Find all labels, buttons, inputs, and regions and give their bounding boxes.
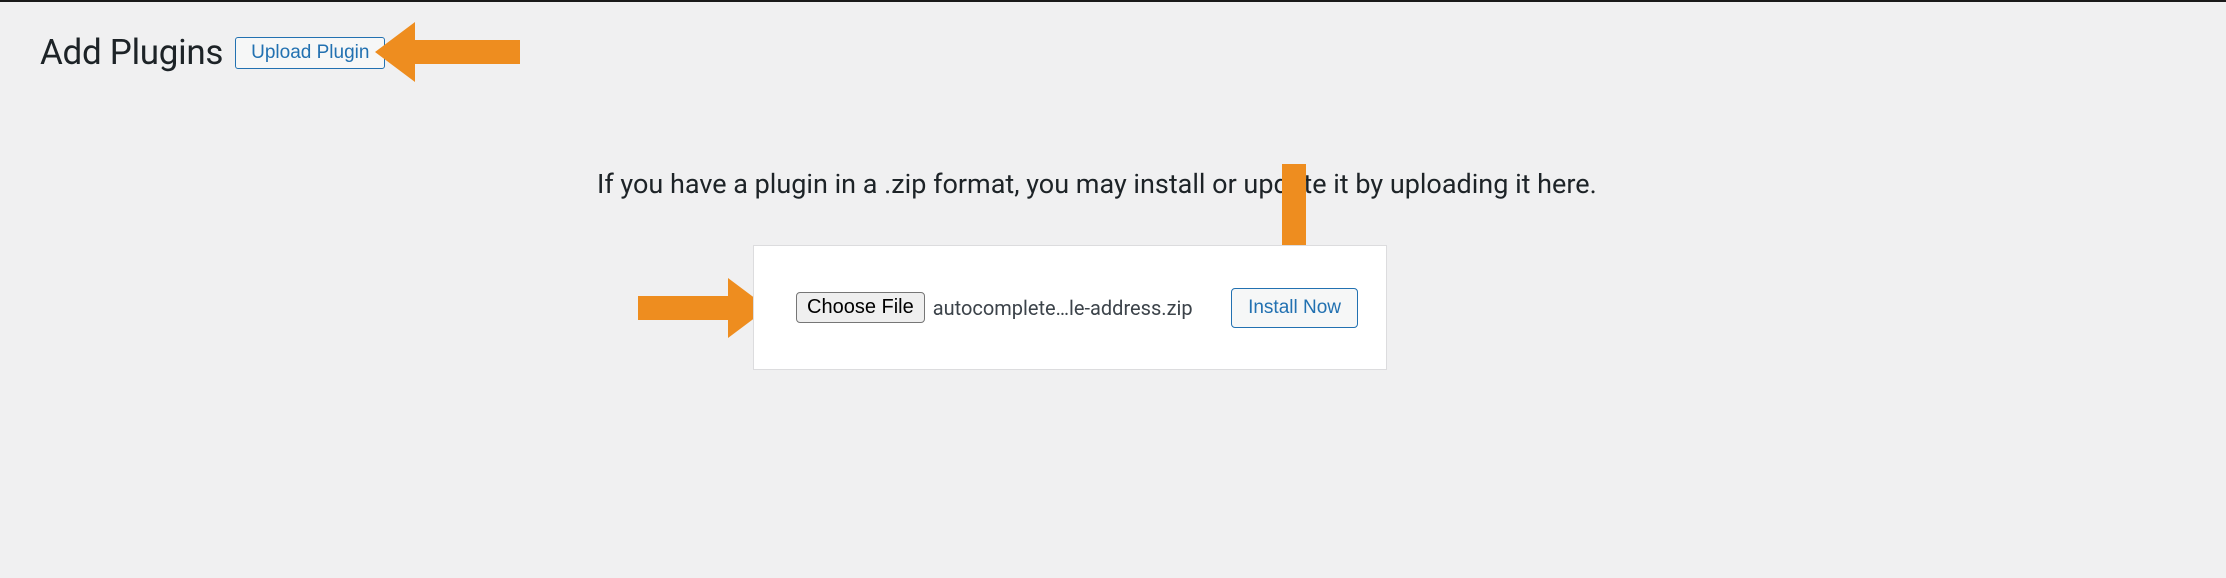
selected-filename: autocomplete…le-address.zip	[933, 296, 1193, 320]
page-header: Add Plugins Upload Plugin	[0, 2, 2226, 73]
upload-plugin-button[interactable]: Upload Plugin	[235, 37, 385, 69]
page-title: Add Plugins	[40, 32, 223, 73]
upload-instruction-text: If you have a plugin in a .zip format, y…	[597, 168, 1597, 200]
annotation-arrow-upload	[375, 17, 520, 87]
upload-panel: Choose File autocomplete…le-address.zip …	[753, 245, 1387, 370]
file-input-wrapper: Choose File autocomplete…le-address.zip	[796, 292, 1193, 323]
choose-file-button[interactable]: Choose File	[796, 292, 925, 323]
install-now-button[interactable]: Install Now	[1231, 288, 1358, 328]
annotation-arrow-choose	[638, 277, 768, 339]
